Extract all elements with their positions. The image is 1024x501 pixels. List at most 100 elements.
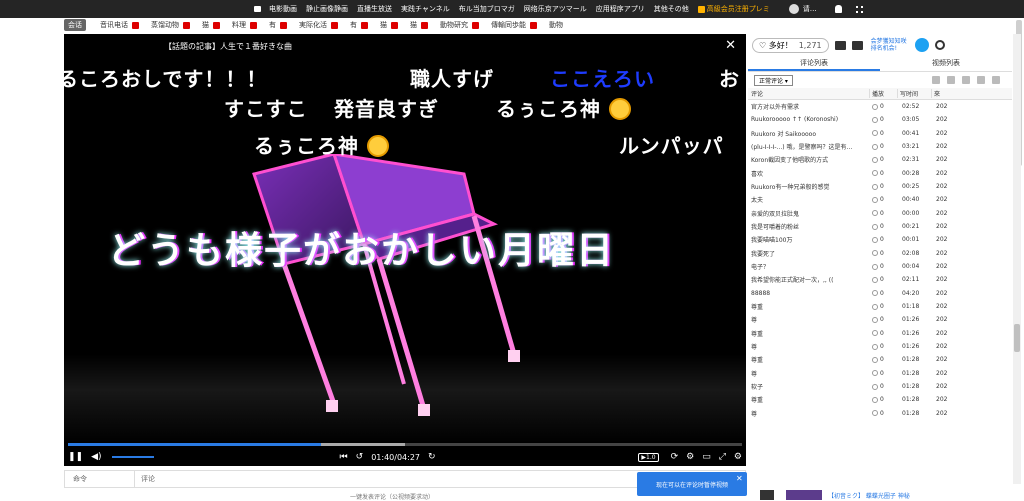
comment-row[interactable]: 亲爱的双贝拉肚鬼 0 00:00 202	[748, 207, 1012, 220]
comment-row[interactable]: 我是可嚼着的粉丝 0 00:21 202	[748, 220, 1012, 233]
scrollbar-thumb[interactable]	[1014, 324, 1020, 352]
topnav-link[interactable]: 静止画像静画	[306, 4, 348, 14]
column-header[interactable]: 播放	[870, 89, 898, 98]
comment-toggle-icon[interactable]: ▭	[702, 452, 711, 462]
comment-row[interactable]: 尊重 0 01:28 202	[748, 353, 1012, 366]
comment-row[interactable]: 喜欢 0 00:28 202	[748, 167, 1012, 180]
reply-icon[interactable]	[872, 250, 878, 257]
comment-row[interactable]: 我希望你能正式配对一次，,, ((0 02:11 202	[748, 273, 1012, 286]
topnav-link[interactable]: 布ル当加ブロマガ	[459, 4, 515, 14]
reply-icon[interactable]	[872, 343, 878, 350]
rewind-icon[interactable]: ↺	[356, 452, 364, 462]
reply-icon[interactable]	[872, 170, 878, 177]
volume-slider[interactable]	[111, 456, 154, 458]
reply-icon[interactable]	[872, 276, 878, 283]
calendar-icon[interactable]	[947, 76, 955, 84]
comment-scrollbar[interactable]	[1013, 34, 1021, 484]
comment-row[interactable]: 我要喵喵100万 0 00:01 202	[748, 233, 1012, 246]
settings-gear-icon[interactable]: ⚙	[686, 452, 694, 462]
like-button[interactable]: ♡ 多好！ 1,271	[752, 37, 829, 53]
reply-icon[interactable]	[872, 410, 878, 417]
skip-back-icon[interactable]: ⏮	[340, 452, 348, 462]
comment-row[interactable]: 软子 0 01:28 202	[748, 380, 1012, 393]
twitter-icon[interactable]	[914, 38, 929, 52]
column-header[interactable]: 评论	[748, 89, 870, 98]
comment-row[interactable]: 尊 0 01:28 202	[748, 367, 1012, 380]
column-header[interactable]: 來	[932, 89, 948, 98]
comment-row[interactable]: 尊重 0 01:28 202	[748, 393, 1012, 406]
comment-row[interactable]: 尊重 0 01:26 202	[748, 327, 1012, 340]
reply-icon[interactable]	[872, 116, 878, 123]
reply-icon[interactable]	[872, 130, 878, 137]
category-item[interactable]: 猫	[202, 20, 220, 30]
topnav-link[interactable]: 其他その他	[654, 4, 689, 14]
user-menu[interactable]: 请…	[788, 4, 817, 14]
category-item[interactable]: 動物	[549, 20, 563, 30]
comment-input[interactable]: 评论	[135, 474, 155, 484]
reply-icon[interactable]	[872, 210, 878, 217]
category-item[interactable]: 蒸馏动物	[151, 20, 190, 30]
topnav-link[interactable]: 电影動画	[269, 4, 297, 14]
reply-icon[interactable]	[872, 303, 878, 310]
progress-bar[interactable]	[68, 443, 742, 446]
category-first[interactable]: 会话	[64, 19, 86, 31]
category-item[interactable]: 有	[269, 20, 287, 30]
repeat-icon[interactable]: ⟳	[671, 452, 679, 462]
reply-icon[interactable]	[872, 183, 878, 190]
playback-speed-button[interactable]: ▶1.0	[638, 452, 659, 462]
topnav-link[interactable]: 应用程序アプリ	[596, 4, 645, 14]
video-player[interactable]: 【話題の記事】人生で１番好きな曲 ✕ るころおしです！！！ 職人すげ ここえろい…	[64, 34, 746, 466]
gear-icon[interactable]: ⚙	[734, 452, 742, 462]
comment-row[interactable]: 尊 0 01:26 202	[748, 313, 1012, 326]
recommended-thumbnail[interactable]	[786, 490, 822, 500]
gift-icon[interactable]	[760, 490, 774, 500]
comment-row[interactable]: (plu-I-I-I-...) 哦，是警察吗？这是有… 0 03:21 202	[748, 140, 1012, 153]
comment-row[interactable]: Koron截因变了他唱歌的方式 0 02:31 202	[748, 153, 1012, 166]
reply-icon[interactable]	[872, 330, 878, 337]
fullscreen-icon[interactable]: ⤢	[719, 452, 726, 462]
reply-icon[interactable]	[872, 103, 878, 110]
reply-icon[interactable]	[872, 236, 878, 243]
category-item[interactable]: 猫	[410, 20, 428, 30]
comment-row[interactable]: Ruukorooooo ↑↑ (Koronoshi) 0 03:05 202	[748, 113, 1012, 126]
category-item[interactable]: 実际化活	[299, 20, 338, 30]
volume-icon[interactable]: ◀)	[91, 452, 101, 462]
comment-row[interactable]: 88888 0 04:20 202	[748, 287, 1012, 300]
comment-row[interactable]: 尊 0 01:26 202	[748, 340, 1012, 353]
reply-icon[interactable]	[872, 156, 878, 163]
reply-icon[interactable]	[872, 383, 878, 390]
category-item[interactable]: 猫	[380, 20, 398, 30]
category-item[interactable]: 有	[350, 20, 368, 30]
refresh-icon[interactable]	[962, 76, 970, 84]
category-item[interactable]: 傳輸同歩能	[491, 20, 537, 30]
comment-row[interactable]: Ruukoro 对 Saikooooo 0 00:41 202	[748, 127, 1012, 140]
close-icon[interactable]: ✕	[736, 474, 743, 483]
reply-icon[interactable]	[872, 290, 878, 297]
topnav-link[interactable]: 実践チャンネル	[401, 4, 450, 14]
bell-icon[interactable]	[834, 5, 842, 13]
category-item[interactable]: 料理	[232, 20, 257, 30]
premium-link[interactable]: 高級会员注册プレミ	[707, 4, 770, 14]
download-icon[interactable]	[977, 76, 985, 84]
forward-icon[interactable]: ↻	[428, 452, 436, 462]
reply-icon[interactable]	[872, 263, 878, 270]
category-item[interactable]: 動物研究	[440, 20, 479, 30]
command-input[interactable]: 命令	[65, 471, 135, 487]
pause-icon[interactable]: ❚❚	[68, 452, 83, 462]
comment-row[interactable]: Ruukoro有一种兄弟般的感觉 0 00:25 202	[748, 180, 1012, 193]
recommended-title[interactable]: 【初音ミク】 蝶蝶光圈子 神秘	[828, 491, 910, 500]
comment-row[interactable]: 电子？ 0 00:04 202	[748, 260, 1012, 273]
category-item[interactable]: 音讯电话	[100, 20, 139, 30]
filter-icon[interactable]	[932, 76, 940, 84]
tab-videos[interactable]: 视频列表	[880, 56, 1012, 71]
comment-row[interactable]: 太夫 0 00:40 202	[748, 193, 1012, 206]
reply-icon[interactable]	[872, 196, 878, 203]
column-header[interactable]: 写时间	[898, 89, 932, 98]
promo-link[interactable]: 会梦獲知知咲 排名机会!	[871, 38, 907, 52]
comment-row[interactable]: 尊重 0 01:18 202	[748, 300, 1012, 313]
topnav-link[interactable]: 直播生放送	[357, 4, 392, 14]
reply-icon[interactable]	[872, 316, 878, 323]
comment-icon[interactable]	[992, 76, 1000, 84]
comment-row[interactable]: 尊 0 01:28 202	[748, 407, 1012, 420]
close-icon[interactable]: ✕	[725, 38, 736, 53]
